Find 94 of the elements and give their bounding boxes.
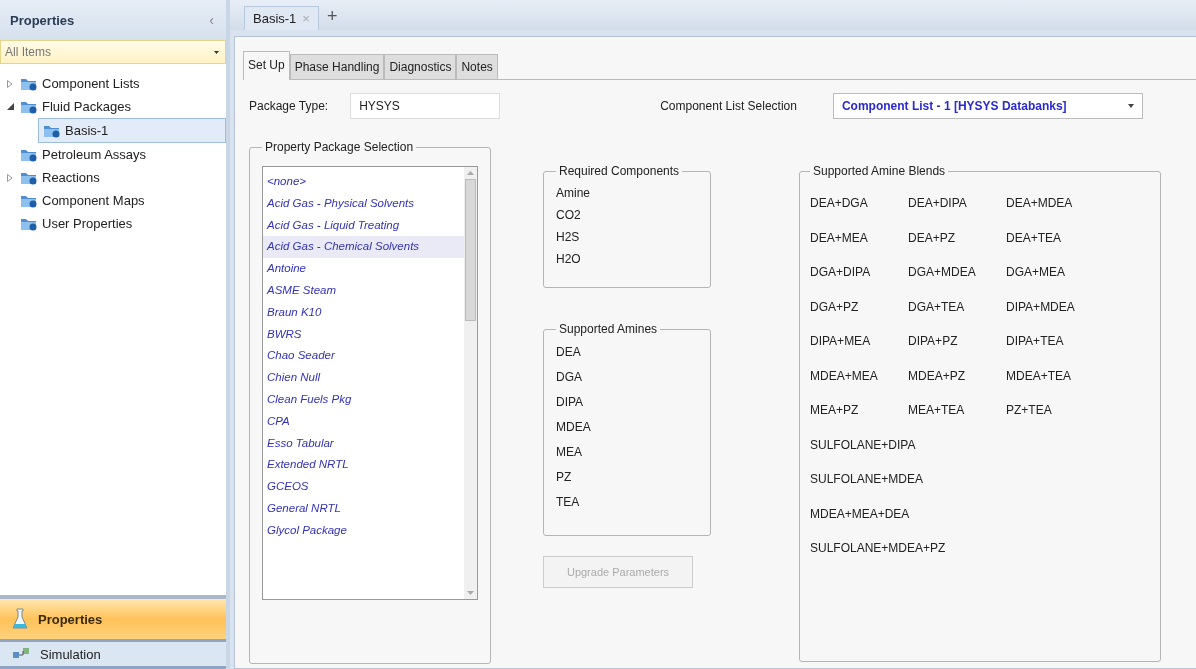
expand-arrow-icon [7, 79, 13, 88]
list-item[interactable]: Antoine [263, 258, 464, 280]
list-item[interactable]: BWRS [263, 323, 464, 346]
group-title: Required Components [558, 164, 681, 178]
list-item[interactable]: Acid Gas - Liquid Treating [263, 214, 464, 237]
list-item[interactable]: Chao Seader [263, 345, 464, 368]
amine-blend: MDEA+MEA [810, 368, 879, 383]
dropdown-arrow-icon [214, 50, 219, 54]
scroll-up-arrow-icon[interactable] [467, 171, 474, 175]
folder-icon [20, 147, 38, 162]
tree-item[interactable]: Basis-1 [38, 118, 226, 143]
tree-item[interactable]: Component Lists [4, 72, 226, 95]
dropdown-arrow-icon [1127, 104, 1134, 108]
list-item[interactable]: General NRTL [263, 497, 464, 520]
list-item[interactable]: ASME Steam [263, 280, 464, 302]
component-list-dropdown[interactable]: Component List - 1 [HYSYS Databanks] [832, 93, 1143, 119]
scroll-down-arrow-icon[interactable] [467, 591, 474, 595]
amine-name: DIPA [556, 394, 585, 411]
amine-blend: DGA+MEA [1006, 265, 1066, 280]
folder-icon [20, 193, 38, 208]
panel-title: Properties [10, 12, 75, 28]
field-label: Package Type: [249, 99, 329, 113]
list-item[interactable]: CPA [263, 410, 464, 433]
tab[interactable]: Diagnostics [384, 54, 457, 79]
list-item[interactable]: Acid Gas - Chemical Solvents [263, 236, 464, 259]
tab[interactable]: Set Up [243, 51, 290, 80]
component-name: H2O [556, 251, 582, 268]
folder-icon [20, 216, 38, 231]
flask-icon [12, 608, 28, 630]
amine-blend: SULFOLANE+DIPA [810, 437, 916, 452]
amine-blend: DGA+PZ [810, 299, 860, 314]
tab[interactable]: Phase Handling [289, 54, 385, 79]
list-item[interactable]: Acid Gas - Physical Solvents [263, 192, 464, 215]
amine-name: MEA [556, 444, 583, 461]
amine-blend: MDEA+TEA [1006, 368, 1072, 383]
component-name: Amine [556, 185, 591, 202]
folder-icon [20, 99, 38, 114]
collapse-arrow-icon [6, 103, 14, 110]
navigation-button[interactable]: Simulation [0, 642, 226, 669]
group-title: Property Package Selection [264, 140, 415, 154]
amine-blend: SULFOLANE+MDEA [810, 472, 924, 487]
folder-icon [43, 123, 61, 138]
tree-item[interactable]: Petroleum Assays [4, 143, 226, 166]
navigation-button[interactable]: Properties [0, 599, 226, 642]
amine-blend: DEA+PZ [908, 230, 956, 245]
list-item[interactable]: <none> [263, 171, 464, 193]
document-tab[interactable]: Basis-1 × [244, 6, 319, 30]
amine-blend: DIPA+TEA [1006, 334, 1065, 349]
amine-blend: MDEA+MEA+DEA [810, 506, 910, 521]
amine-blend: MEA+PZ [810, 403, 860, 418]
amine-blend: MEA+TEA [908, 403, 966, 418]
amine-blend: DEA+MEA [810, 230, 869, 245]
amine-blend: DEA+DGA [810, 196, 869, 211]
amine-name: DGA [556, 369, 583, 386]
group-title: Supported Amine Blends [812, 164, 947, 178]
package-type-field[interactable]: HYSYS [350, 93, 501, 119]
component-name: CO2 [556, 207, 582, 224]
amine-blend: DEA+DIPA [908, 196, 968, 211]
amine-blend: DEA+TEA [1006, 230, 1063, 245]
list-item[interactable]: Braun K10 [263, 301, 464, 324]
tab[interactable]: Notes [456, 54, 498, 79]
amine-name: MDEA [556, 419, 592, 436]
amine-name: TEA [556, 494, 581, 511]
list-item[interactable]: Extended NRTL [263, 454, 464, 477]
amine-blend: DGA+DIPA [810, 265, 872, 280]
list-item[interactable]: GCEOS [263, 476, 464, 498]
scrollbar[interactable] [464, 167, 477, 599]
list-item[interactable]: Clean Fuels Pkg [263, 388, 464, 411]
filter-dropdown[interactable]: All Items [0, 40, 226, 64]
list-item[interactable]: Glycol Package [263, 519, 464, 542]
group-title: Supported Amines [558, 322, 659, 336]
amine-name: PZ [556, 469, 573, 486]
amine-name: DEA [556, 344, 582, 361]
amine-blend: DGA+MDEA [908, 265, 977, 280]
list-item[interactable]: Esso Tabular [263, 432, 464, 455]
component-name: H2S [556, 229, 581, 246]
tree-item[interactable]: Component Maps [4, 189, 226, 212]
amine-blend: PZ+TEA [1006, 403, 1053, 418]
amine-blend: DIPA+MDEA [1006, 299, 1076, 314]
amine-blend: MDEA+PZ [908, 368, 966, 383]
amine-blend: DIPA+PZ [908, 334, 959, 349]
tree-item[interactable]: Fluid Packages [4, 95, 226, 118]
tree-item[interactable]: Reactions [4, 166, 226, 189]
expand-arrow-icon [7, 173, 13, 182]
folder-icon [20, 76, 38, 91]
list-item[interactable]: Chien Null [263, 367, 464, 389]
folder-icon [20, 170, 38, 185]
amine-blend: SULFOLANE+MDEA+PZ [810, 541, 946, 556]
amine-blend: DEA+MDEA [1006, 196, 1074, 211]
field-label: Component List Selection [660, 99, 797, 113]
new-tab-button[interactable]: + [318, 6, 346, 30]
tree-item[interactable]: User Properties [4, 212, 226, 235]
amine-blend: DIPA+MEA [810, 334, 872, 349]
amine-blend: DGA+TEA [908, 299, 966, 314]
